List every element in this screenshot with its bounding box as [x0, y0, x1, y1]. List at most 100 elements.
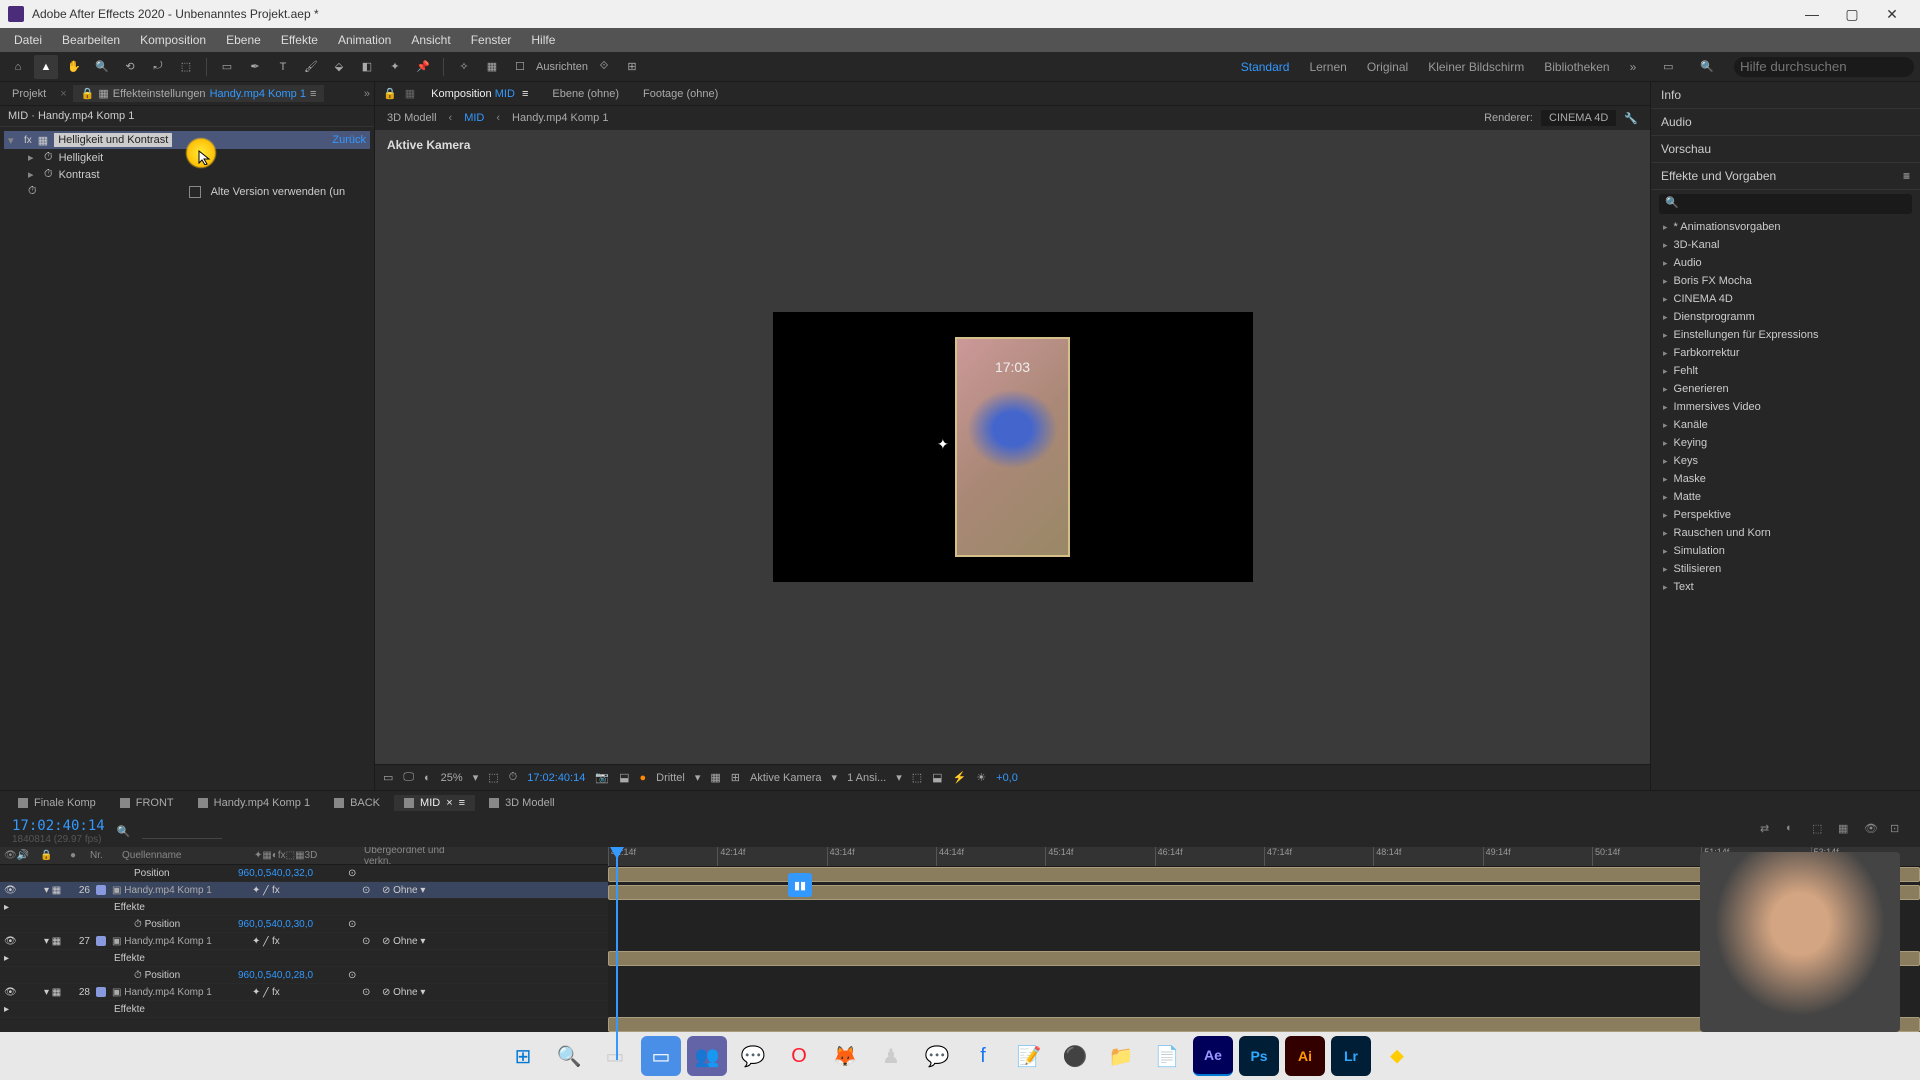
effect-category[interactable]: ▸3D-Kanal — [1651, 236, 1920, 254]
wrench-icon[interactable]: 🔧 — [1624, 112, 1638, 125]
exposure-value[interactable]: +0,0 — [996, 772, 1018, 784]
zoom-tool[interactable]: 🔍 — [90, 55, 114, 79]
layer-color-icon[interactable] — [96, 987, 106, 997]
messenger-icon[interactable]: 💬 — [917, 1036, 957, 1076]
frame-blend-icon[interactable]: ▦ — [1838, 822, 1856, 840]
ws-kleiner[interactable]: Kleiner Bildschirm — [1428, 60, 1524, 74]
brush-tool[interactable]: 🖌 — [299, 55, 323, 79]
ws-standard[interactable]: Standard — [1241, 60, 1290, 74]
effect-category[interactable]: ▸Keys — [1651, 452, 1920, 470]
shy-icon[interactable]: 👁 — [1864, 822, 1882, 840]
snap-tool[interactable]: ⟐ — [592, 55, 616, 79]
search-button[interactable]: 🔍 — [549, 1036, 589, 1076]
close-tab-icon[interactable]: × — [60, 88, 66, 100]
views-dropdown[interactable]: 1 Ansi... — [847, 772, 886, 784]
nav-back-icon[interactable]: ‹ — [449, 112, 453, 124]
nav-mid[interactable]: MID — [464, 112, 484, 124]
mesh-tool[interactable]: ▦ — [480, 55, 504, 79]
effect-category[interactable]: ▸Keying — [1651, 434, 1920, 452]
timeline-tab[interactable]: BACK — [324, 795, 390, 811]
effects-search[interactable] — [1659, 194, 1912, 214]
effect-comp-link[interactable]: Handy.mp4 Komp 1 — [210, 88, 306, 100]
notes-icon[interactable]: 📝 — [1009, 1036, 1049, 1076]
close-icon[interactable]: × — [446, 797, 452, 809]
after-effects-icon[interactable]: Ae — [1193, 1036, 1233, 1076]
firefox-icon[interactable]: 🦊 — [825, 1036, 865, 1076]
home-tool[interactable]: ⌂ — [6, 55, 30, 79]
menu-ebene[interactable]: Ebene — [216, 33, 271, 47]
opera-icon[interactable]: O — [779, 1036, 819, 1076]
effect-category[interactable]: ▸Dienstprogramm — [1651, 308, 1920, 326]
chevron-down-icon[interactable]: ▾ — [832, 771, 838, 784]
menu-fenster[interactable]: Fenster — [461, 33, 522, 47]
property-row[interactable]: Position960,0,540,0,32,0⊙ — [0, 865, 608, 882]
res-icon[interactable]: ⬚ — [488, 771, 498, 784]
timecode-display[interactable]: 17:02:40:14 — [527, 772, 585, 784]
col-source[interactable]: Quellenname — [114, 850, 254, 861]
depth-icon[interactable]: ⬓ — [932, 771, 942, 784]
pen-tool[interactable]: ✒ — [243, 55, 267, 79]
timeline-tab[interactable]: FRONT — [110, 795, 184, 811]
mask-icon[interactable]: ◐ — [424, 772, 431, 784]
property-row[interactable]: ⏱ Position960,0,540,0,30,0⊙ — [0, 916, 608, 933]
ws-bibliotheken[interactable]: Bibliotheken — [1544, 60, 1609, 74]
layer-color-icon[interactable] — [96, 936, 106, 946]
param-kontrast[interactable]: ▸ ⏱ Kontrast — [4, 166, 370, 183]
nav-3dmodel[interactable]: 3D Modell — [387, 112, 437, 124]
effect-category[interactable]: ▸Matte — [1651, 488, 1920, 506]
group-row[interactable]: ▸Effekte — [0, 950, 608, 967]
help-search[interactable] — [1734, 57, 1914, 77]
renderer-value[interactable]: CINEMA 4D — [1541, 110, 1616, 126]
col-parent[interactable]: Übergeordnet und verkn. — [364, 847, 464, 867]
effect-category[interactable]: ▸Immersives Video — [1651, 398, 1920, 416]
phone-layer[interactable]: 17:03 ✦ — [955, 337, 1070, 557]
roto-tool[interactable]: ✦ — [383, 55, 407, 79]
param-helligkeit[interactable]: ▸ ⏱ Helligkeit — [4, 149, 370, 166]
expand-icon[interactable]: ▸ — [28, 168, 38, 181]
teams-icon[interactable]: 👥 — [687, 1036, 727, 1076]
guides-icon[interactable]: ⊞ — [731, 771, 740, 784]
effect-category[interactable]: ▸Farbkorrektur — [1651, 344, 1920, 362]
effect-category[interactable]: ▸Perspektive — [1651, 506, 1920, 524]
camera-tool[interactable]: ⬚ — [174, 55, 198, 79]
play-indicator[interactable]: ▮▮ — [788, 873, 812, 897]
start-button[interactable]: ⊞ — [503, 1036, 543, 1076]
effect-category[interactable]: ▸Audio — [1651, 254, 1920, 272]
blend-icon[interactable]: ⇄ — [1760, 822, 1778, 840]
timeline-tab[interactable]: Handy.mp4 Komp 1 — [188, 795, 320, 811]
esp-icon[interactable]: ⬥ — [1377, 1036, 1417, 1076]
quality-dropdown[interactable]: Drittel — [656, 772, 685, 784]
region-icon[interactable]: ⬓ — [619, 771, 629, 784]
legacy-checkbox[interactable] — [189, 186, 201, 198]
selection-tool[interactable]: ▲ — [34, 55, 58, 79]
shape-tool[interactable]: ▭ — [215, 55, 239, 79]
layer-search[interactable] — [142, 823, 222, 839]
eraser-tool[interactable]: ◧ — [355, 55, 379, 79]
clock-icon[interactable]: ⏱ — [509, 771, 518, 784]
effect-category[interactable]: ▸Boris FX Mocha — [1651, 272, 1920, 290]
expand-icon[interactable]: » — [364, 88, 370, 100]
illustrator-icon[interactable]: Ai — [1285, 1036, 1325, 1076]
fast-icon[interactable]: ⚡ — [953, 771, 967, 784]
param-legacy[interactable]: ⏱ Alte Version verwenden (un — [4, 183, 370, 200]
menu-ansicht[interactable]: Ansicht — [401, 33, 460, 47]
explorer-icon[interactable]: ▭ — [641, 1036, 681, 1076]
timeline-tab[interactable]: MID × ≡ — [394, 795, 475, 811]
effect-category[interactable]: ▸Generieren — [1651, 380, 1920, 398]
stopwatch-icon[interactable]: ⏱ — [44, 151, 53, 164]
reset-link[interactable]: Zurück — [332, 134, 366, 146]
minimize-button[interactable]: — — [1792, 0, 1832, 28]
channel-icon[interactable]: ● — [639, 772, 646, 784]
stopwatch-icon[interactable]: ⏱ — [28, 185, 37, 198]
maximize-button[interactable]: ▢ — [1832, 0, 1872, 28]
ws-layout-icon[interactable]: ▭ — [1656, 55, 1680, 79]
camera-dropdown[interactable]: Aktive Kamera — [750, 772, 822, 784]
playhead[interactable] — [616, 847, 618, 1060]
magnify-icon[interactable]: ▭ — [383, 771, 393, 784]
layer-row[interactable]: 👁▾ ▦26▣ Handy.mp4 Komp 1✦ ╱ fx⊙⊘ Ohne ▾ — [0, 882, 608, 899]
collapse-icon[interactable]: ▾ — [8, 134, 18, 147]
current-time[interactable]: 17:02:40:14 — [12, 818, 105, 834]
panel-menu-icon[interactable]: ≡ — [310, 88, 316, 100]
3d-icon[interactable]: ⬚ — [912, 771, 922, 784]
menu-animation[interactable]: Animation — [328, 33, 401, 47]
